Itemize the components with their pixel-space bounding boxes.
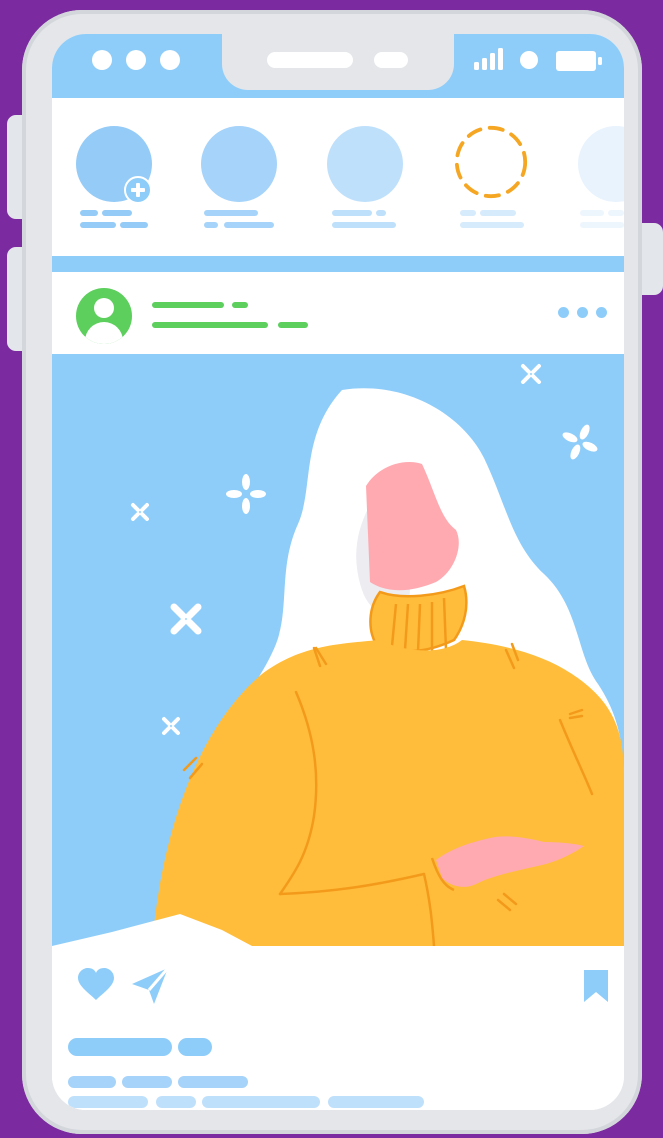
sparkle-icon (226, 474, 266, 514)
story-label (204, 210, 258, 216)
sparkle-icon (521, 364, 541, 384)
story-label (480, 210, 516, 216)
user-avatar-icon[interactable] (76, 288, 132, 344)
story-label (80, 222, 116, 228)
caption-placeholder (328, 1096, 424, 1108)
story-avatar-unseen[interactable] (453, 124, 529, 200)
dot-icon (92, 50, 112, 70)
add-story-button[interactable] (76, 126, 152, 204)
location-placeholder (152, 322, 268, 328)
heart-icon[interactable] (76, 968, 116, 1002)
signal-icon (474, 48, 503, 70)
sparkle-icon (562, 424, 598, 460)
notch (222, 34, 454, 90)
story-label (460, 222, 524, 228)
story-label (204, 222, 218, 228)
likes-placeholder (68, 1038, 172, 1056)
status-bar (52, 34, 624, 98)
story-label (580, 210, 604, 216)
post-image[interactable] (52, 354, 624, 946)
battery-icon (556, 51, 602, 71)
sparkle-icon (170, 603, 202, 635)
stories-row (52, 98, 624, 256)
story-label (460, 210, 476, 216)
story-avatar[interactable] (201, 126, 277, 202)
dot-icon (160, 50, 180, 70)
camera-icon (374, 52, 408, 68)
speaker-icon (267, 52, 353, 68)
username-placeholder (232, 302, 248, 308)
story-label (224, 222, 274, 228)
story-avatar[interactable] (327, 126, 403, 202)
more-options-icon[interactable] (558, 306, 614, 320)
caption-placeholder (178, 1076, 248, 1088)
phone-screen (52, 34, 624, 1110)
post-actions (52, 946, 624, 1110)
story-avatar[interactable] (578, 126, 624, 202)
story-label (102, 210, 132, 216)
caption-placeholder (156, 1096, 196, 1108)
illustration-woman-yellow-sweater (52, 364, 624, 946)
bookmark-icon[interactable] (582, 968, 610, 1002)
story-label (608, 210, 624, 216)
caption-placeholder (68, 1096, 148, 1108)
caption-placeholder (122, 1076, 172, 1088)
story-label (332, 210, 372, 216)
caption-placeholder (202, 1096, 320, 1108)
username-placeholder[interactable] (152, 302, 224, 308)
send-icon[interactable] (130, 966, 170, 1006)
dot-icon (126, 50, 146, 70)
story-label (580, 222, 624, 228)
story-label (120, 222, 148, 228)
add-story-icon (124, 176, 152, 204)
sparkle-icon (131, 503, 149, 521)
likes-placeholder (178, 1038, 212, 1056)
story-label (80, 210, 98, 216)
dot-icon (520, 51, 538, 69)
post-header (52, 272, 624, 354)
sparkle-icon (162, 717, 180, 735)
location-placeholder (278, 322, 308, 328)
story-label (332, 222, 396, 228)
section-divider (52, 256, 624, 272)
sweater (152, 640, 624, 946)
story-label (376, 210, 386, 216)
caption-placeholder (68, 1076, 116, 1088)
